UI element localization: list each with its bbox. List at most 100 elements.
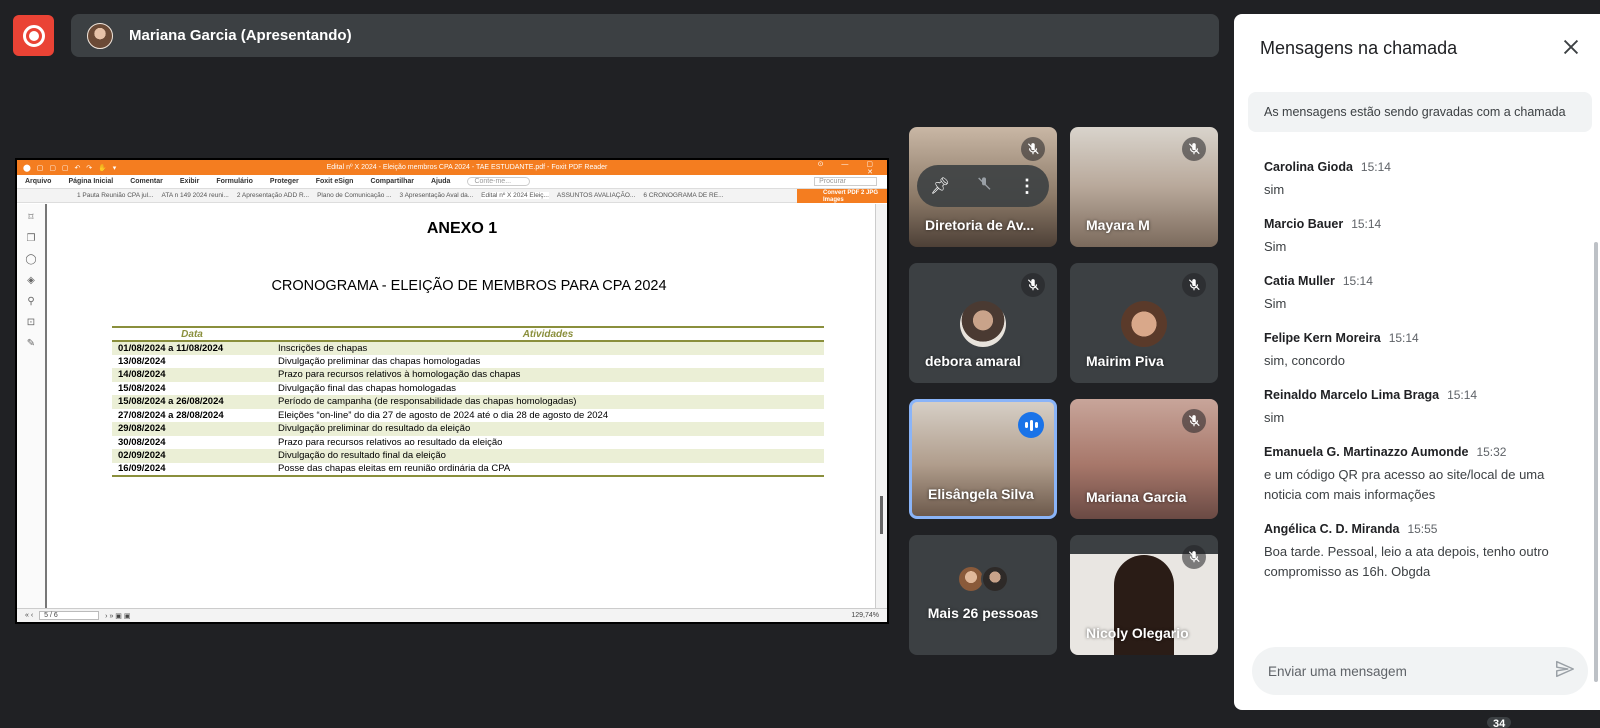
convert-pdf-banner[interactable]: Convert PDF 2 JPG Images xyxy=(797,189,887,203)
close-icon[interactable] xyxy=(1560,36,1582,58)
pdf-scrollbar[interactable] xyxy=(875,204,887,608)
doc-tab[interactable]: 3 Apresentação Aval da... xyxy=(400,192,474,199)
cell-date: 13/08/2024 xyxy=(118,355,166,367)
chat-message: Reinaldo Marcelo Lima Braga 15:14 sim xyxy=(1264,388,1584,428)
presenter-bar: Mariana Garcia (Apresentando) xyxy=(71,14,1219,57)
mic-off-icon xyxy=(1182,545,1206,569)
page-indicator[interactable]: 5 / 6 xyxy=(39,611,100,620)
cell-activity: Inscrições de chapas xyxy=(272,341,824,355)
table-row: 15/08/2024 Divulgação final das chapas ho… xyxy=(112,382,824,396)
avatar xyxy=(1121,301,1167,347)
more-participants-tile[interactable]: Mais 26 pessoas xyxy=(909,535,1057,655)
cell-date: 16/09/2024 xyxy=(118,463,166,475)
presenter-name: Mariana Garcia (Apresentando) xyxy=(129,27,352,44)
message-time: 15:14 xyxy=(1342,274,1373,288)
participant-name: Mairim Piva xyxy=(1086,353,1164,369)
mute-participant-icon[interactable] xyxy=(976,176,992,197)
cell-activity: Divulgação preliminar do resultado da el… xyxy=(272,422,824,436)
menu-arquivo[interactable]: Arquivo xyxy=(25,178,51,185)
participant-name: Mayara M xyxy=(1086,217,1150,233)
comment-icon[interactable]: ◯ xyxy=(25,254,36,265)
chat-message: Angélica C. D. Miranda 15:55 Boa tarde. P… xyxy=(1264,522,1584,582)
message-input[interactable] xyxy=(1268,663,1554,679)
table-row: 02/09/2024 Divulgação do resultado final … xyxy=(112,449,824,463)
cell-date: 27/08/2024 a 28/08/2024 xyxy=(118,409,224,421)
chat-message: Catia Muller 15:14 Sim xyxy=(1264,274,1584,314)
recording-button[interactable] xyxy=(13,15,54,56)
security-icon[interactable]: ⊡ xyxy=(27,317,35,328)
menu-formulario[interactable]: Formulário xyxy=(216,178,253,185)
col-header-data: Data xyxy=(112,327,272,342)
chat-input-box[interactable] xyxy=(1252,647,1588,695)
participant-tile[interactable]: Nicoly Olegario xyxy=(1070,535,1218,655)
doc-tab[interactable]: Plano de Comunicação ... xyxy=(317,192,391,199)
foxit-side-panel: ⌑ ❐ ◯ ◈ ⚲ ⊡ ✎ xyxy=(17,204,47,608)
participant-tile[interactable]: Mairim Piva xyxy=(1070,263,1218,383)
cell-activity: Posse das chapas eleitas em reunião ordi… xyxy=(278,463,511,475)
doc-tab[interactable]: 2 Apresentação ADD R... xyxy=(237,192,309,199)
signature-icon[interactable]: ✎ xyxy=(27,338,35,349)
participant-tile[interactable]: 📌︎ ⋮ Diretoria de Av... xyxy=(909,127,1057,247)
menu-ajuda[interactable]: Ajuda xyxy=(431,178,450,185)
send-icon[interactable] xyxy=(1554,658,1576,685)
message-text: e um código QR pra acesso ao site/local … xyxy=(1264,467,1545,502)
doc-tab[interactable]: 1 Pauta Reunião CPA jul... xyxy=(77,192,153,199)
page-nav-next-icons[interactable]: › » ▣ ▣ xyxy=(105,612,130,620)
menu-proteger[interactable]: Proteger xyxy=(270,178,299,185)
table-row: 27/08/2024 a 28/08/2024 Eleições “on-line… xyxy=(112,409,824,423)
participant-tile[interactable]: Mayara M xyxy=(1070,127,1218,247)
foxit-status-bar: « ‹ 5 / 6 › » ▣ ▣ 129,74% xyxy=(17,608,887,622)
cell-date: 30/08/2024 xyxy=(118,436,166,448)
doc-title: ANEXO 1 xyxy=(426,220,498,237)
message-sender: Angélica C. D. Miranda xyxy=(1264,522,1400,536)
chat-scrollbar[interactable] xyxy=(1594,242,1598,682)
cell-date: 14/08/2024 xyxy=(112,368,272,382)
doc-tab[interactable]: ATA n 149 2024 reuni... xyxy=(161,192,228,199)
page-nav-icons[interactable]: « ‹ xyxy=(25,612,33,619)
mic-off-icon xyxy=(1021,137,1045,161)
chat-title: Mensagens na chamada xyxy=(1260,38,1458,58)
layers-icon[interactable]: ◈ xyxy=(27,275,35,286)
cell-date: 15/08/2024 a 26/08/2024 xyxy=(112,395,272,409)
participant-tile-speaking[interactable]: Elisângela Silva xyxy=(909,399,1057,519)
zoom-level[interactable]: 129,74% xyxy=(851,612,879,619)
message-time: 15:14 xyxy=(1360,160,1391,174)
menu-exibir[interactable]: Exibir xyxy=(180,178,199,185)
more-options-icon[interactable]: ⋮ xyxy=(1018,176,1036,197)
participant-tile[interactable]: Mariana Garcia xyxy=(1070,399,1218,519)
menu-pagina-inicial[interactable]: Página Inicial xyxy=(68,178,113,185)
pages-icon[interactable]: ❐ xyxy=(27,233,36,244)
tile-hover-controls: 📌︎ ⋮ xyxy=(917,165,1049,207)
participant-name: debora amaral xyxy=(925,353,1021,369)
doc-tab[interactable]: ASSUNTOS AVALIAÇÃO... xyxy=(557,192,635,199)
attachment-icon[interactable]: ⚲ xyxy=(27,296,34,307)
tell-me-search[interactable]: Conte-me... xyxy=(467,177,531,186)
speaking-indicator-icon xyxy=(1018,412,1044,438)
participants-count-badge: 34 xyxy=(1487,717,1512,728)
message-text: sim xyxy=(1264,410,1285,425)
menu-compartilhar[interactable]: Compartilhar xyxy=(370,178,414,185)
message-text: sim xyxy=(1264,182,1285,197)
pin-icon[interactable]: 📌︎ xyxy=(930,176,950,196)
menu-comentar[interactable]: Comentar xyxy=(130,178,163,185)
pdf-page: ANEXO 1 CRONOGRAMA - ELEIÇÃO DE MEMBROS … xyxy=(49,204,875,608)
doc-tab-active[interactable]: Edital nº X 2024 Eleiç... xyxy=(481,192,549,199)
table-row: 30/08/2024 Prazo para recursos relativos … xyxy=(112,436,824,450)
menu-foxit-esign[interactable]: Foxit eSign xyxy=(316,178,354,185)
window-controls[interactable]: ⊙ — ▢ ✕ xyxy=(801,160,881,176)
table-row: 01/08/2024 a 11/08/2024 Inscrições de cha… xyxy=(112,341,824,355)
chat-message: Felipe Kern Moreira 15:14 sim, concordo xyxy=(1264,331,1584,371)
doc-subtitle: CRONOGRAMA - ELEIÇÃO DE MEMBROS PARA CPA… xyxy=(271,278,667,294)
recording-notice: As mensagens estão sendo gravadas com a … xyxy=(1248,92,1592,132)
cell-activity: Divulgação final das chapas homologadas xyxy=(278,382,456,394)
record-icon xyxy=(22,24,45,47)
mic-off-icon xyxy=(1182,409,1206,433)
message-sender: Carolina Gioda xyxy=(1264,160,1353,174)
doc-tab[interactable]: 6 CRONOGRAMA DE RE... xyxy=(643,192,723,199)
participant-name: Diretoria de Av... xyxy=(925,217,1035,233)
bookmark-icon[interactable]: ⌑ xyxy=(28,212,33,223)
message-time: 15:14 xyxy=(1388,331,1419,345)
participant-tile[interactable]: debora amaral xyxy=(909,263,1057,383)
find-field[interactable]: Procurar xyxy=(814,177,877,186)
message-text: sim, concordo xyxy=(1264,353,1345,368)
